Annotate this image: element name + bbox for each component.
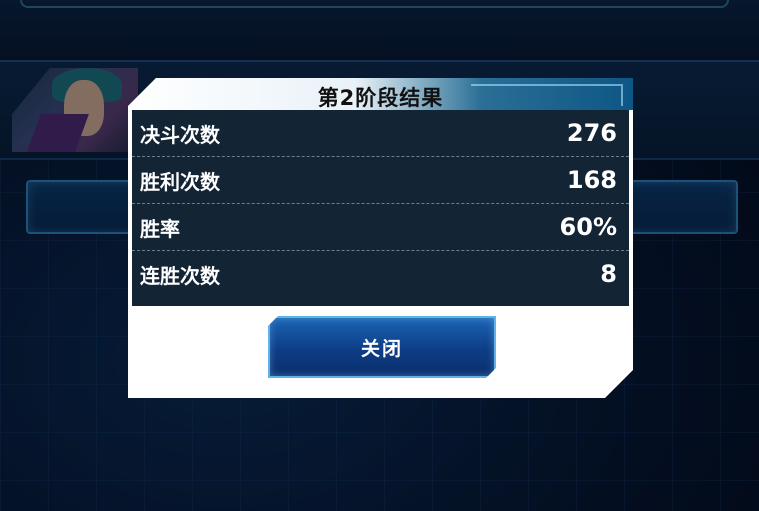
close-button[interactable]: 关闭 xyxy=(268,316,496,378)
stat-label: 连胜次数 xyxy=(140,263,220,288)
stat-row-wins: 胜利次数 168 xyxy=(132,157,629,204)
stat-row-win-streak: 连胜次数 8 xyxy=(132,251,629,297)
stat-row-win-rate: 胜率 60% xyxy=(132,204,629,251)
stat-value: 8 xyxy=(600,260,617,288)
stat-label: 决斗次数 xyxy=(140,122,220,147)
stats-table: 决斗次数 276 胜利次数 168 胜率 60% 连胜次数 8 xyxy=(132,110,629,306)
stat-value: 60% xyxy=(559,213,617,241)
stat-value: 168 xyxy=(566,166,617,194)
stat-value: 276 xyxy=(566,119,617,147)
dialog-title: 第2阶段结果 xyxy=(317,86,444,110)
dialog-header: 第2阶段结果 xyxy=(128,78,633,110)
stage-result-dialog: 第2阶段结果 决斗次数 276 胜利次数 168 胜率 60% 连胜次数 8 关… xyxy=(128,78,633,398)
stat-label: 胜率 xyxy=(140,216,180,241)
stat-label: 胜利次数 xyxy=(140,169,220,194)
close-button-label: 关闭 xyxy=(360,337,403,360)
stat-row-duels: 决斗次数 276 xyxy=(132,110,629,157)
